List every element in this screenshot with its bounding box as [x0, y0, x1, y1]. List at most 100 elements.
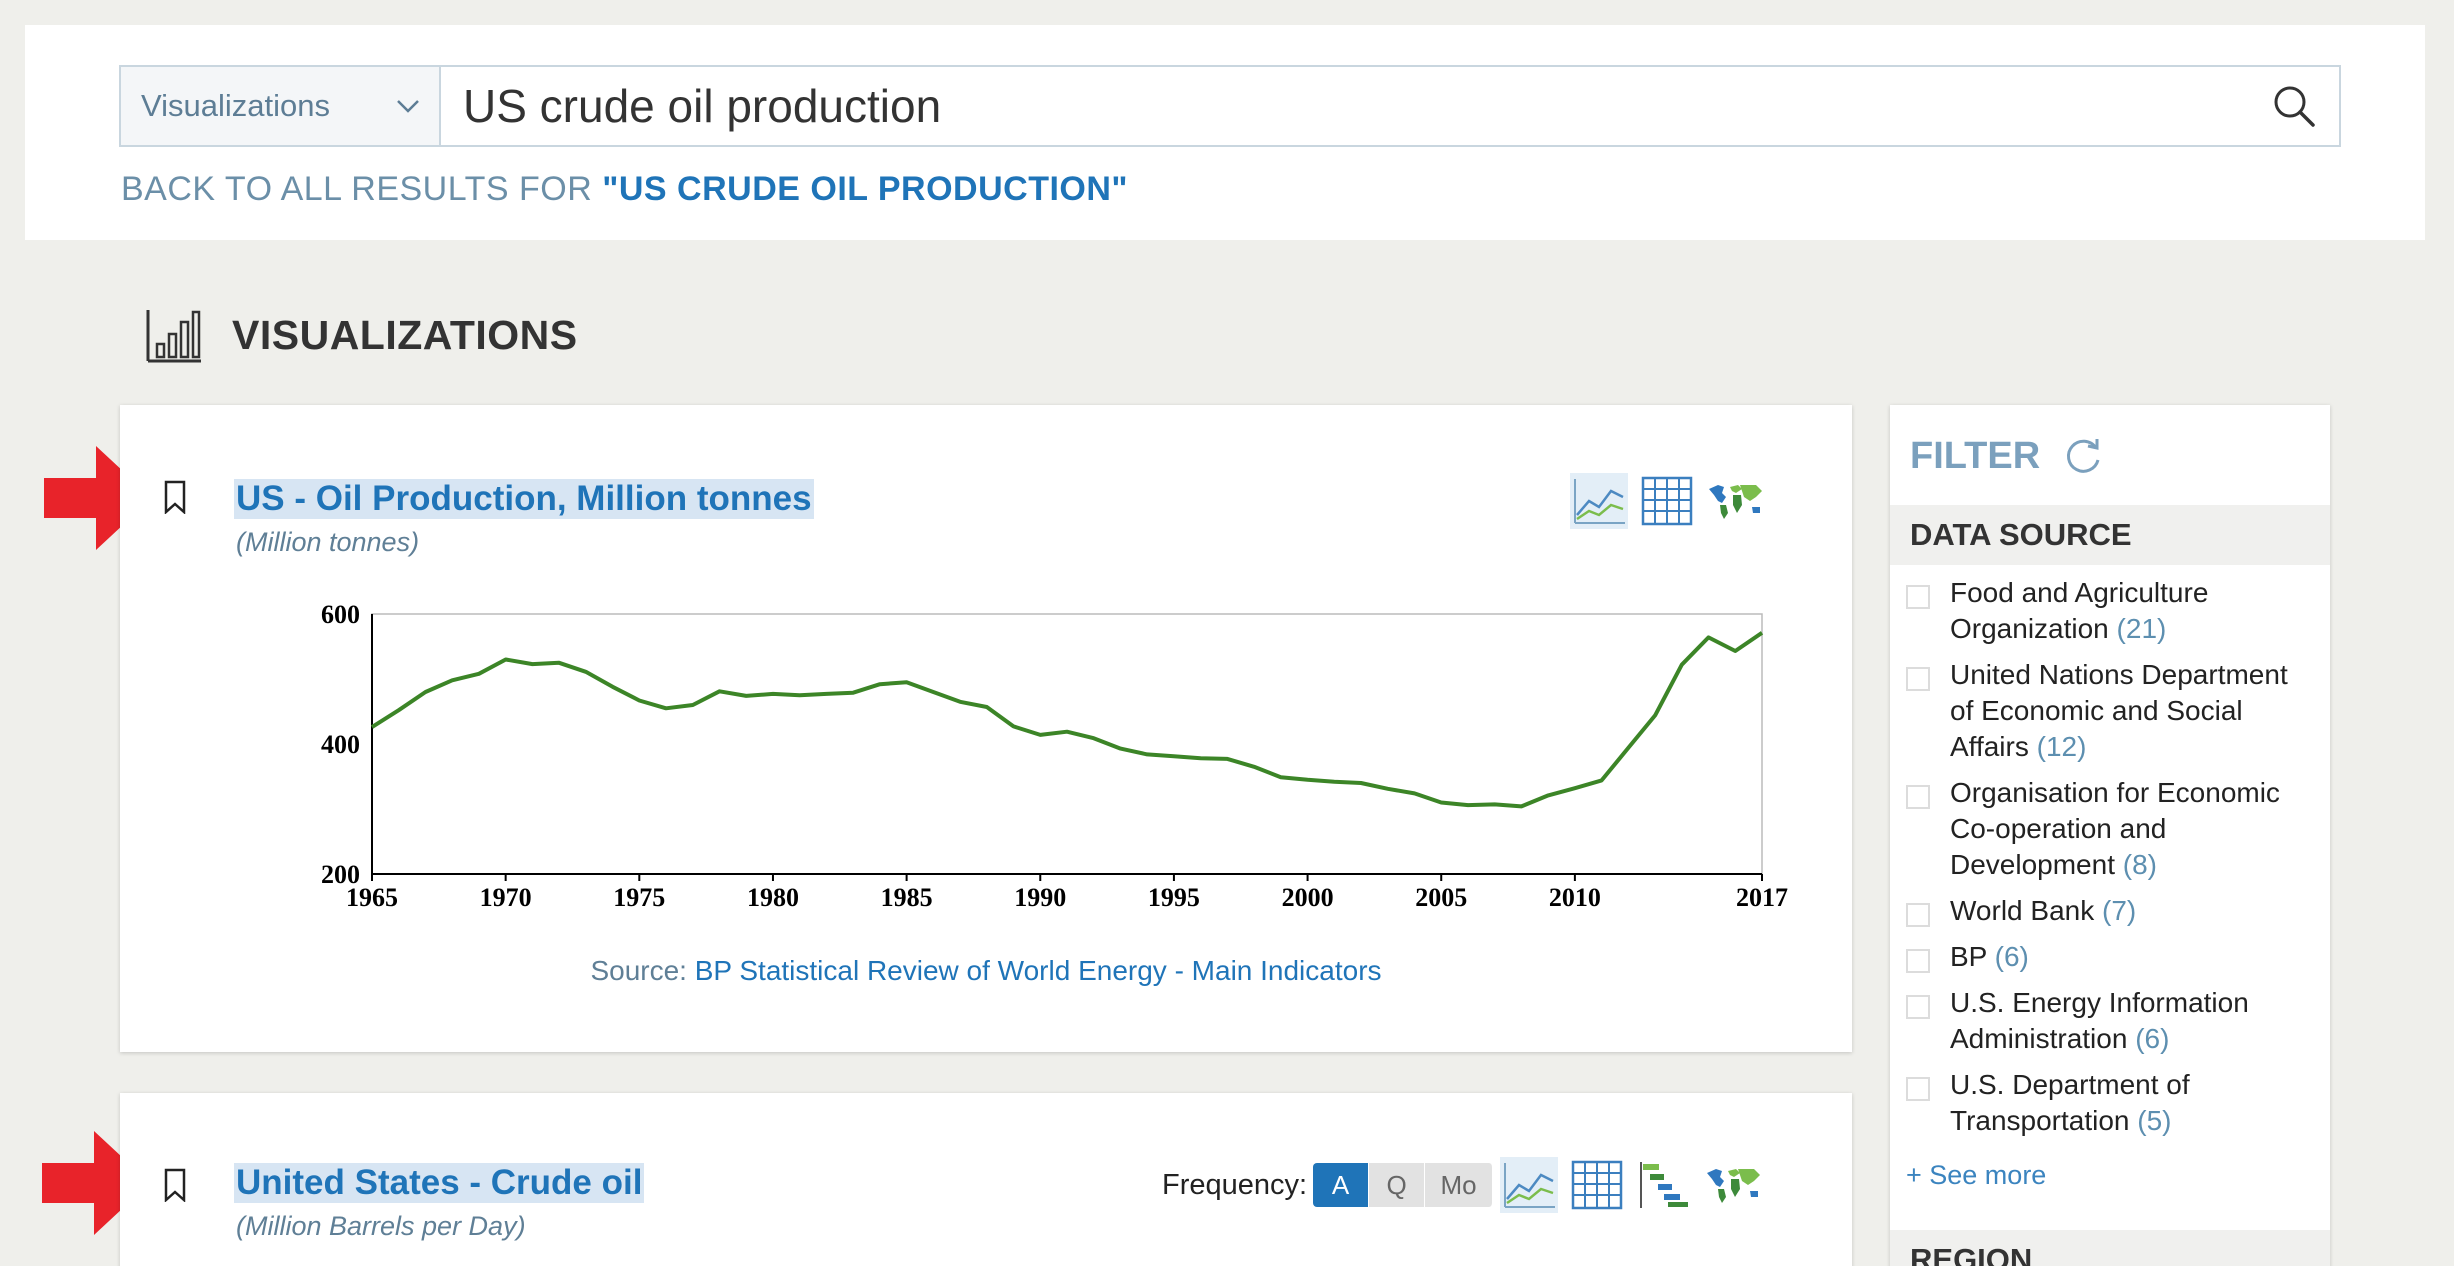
source-link[interactable]: BP Statistical Review of World Energy - …	[695, 955, 1382, 986]
card-subtitle: (Million Barrels per Day)	[236, 1211, 526, 1241]
filter-option-count: (21)	[2116, 613, 2167, 644]
see-more-link[interactable]: + See more	[1906, 1160, 2046, 1191]
filter-option[interactable]: United Nations Department of Economic an…	[1906, 657, 2316, 765]
visualization-card: US - Oil Production, Million tonnes (Mil…	[120, 405, 1852, 1052]
world-map-icon	[1709, 485, 1762, 519]
search-panel: Visualizations BACK TO ALL RESULTS FOR "…	[25, 25, 2425, 240]
filter-option-label: Food and Agriculture Organization (21)	[1950, 575, 2316, 647]
filter-option-name: U.S. Energy Information Administration	[1950, 987, 2249, 1054]
line-chart-view-button[interactable]	[1570, 473, 1628, 529]
filter-panel: FILTER DATA SOURCE Food and Agriculture …	[1890, 405, 2330, 1266]
x-tick-label: 1995	[1148, 883, 1200, 912]
frequency-annual-button[interactable]: A	[1313, 1163, 1370, 1207]
card-title-link[interactable]: US - Oil Production, Million tonnes	[234, 479, 814, 519]
filter-option[interactable]: World Bank (7)	[1906, 893, 2316, 929]
scope-dropdown[interactable]: Visualizations	[121, 67, 441, 145]
search-input[interactable]	[441, 67, 2249, 145]
filter-option[interactable]: BP (6)	[1906, 939, 2316, 975]
card-title-separator: -	[459, 1163, 491, 1202]
filter-header: FILTER	[1910, 435, 2104, 478]
table-view-button[interactable]	[1568, 1157, 1626, 1213]
search-button[interactable]	[2249, 67, 2339, 145]
timeline-view-button[interactable]	[1636, 1157, 1694, 1213]
data-source-list: Food and Agriculture Organization (21) Un…	[1906, 575, 2316, 1149]
x-tick-label: 1980	[747, 883, 799, 912]
filter-option[interactable]: U.S. Department of Transportation (5)	[1906, 1067, 2316, 1139]
world-map-icon	[1707, 1169, 1760, 1203]
table-icon	[1571, 1160, 1623, 1210]
filter-option-label: BP (6)	[1950, 939, 2029, 975]
region-heading: REGION	[1890, 1230, 2330, 1266]
filter-option-count: (6)	[2135, 1023, 2170, 1054]
card-title-indicator: Oil Production, Million tonnes	[315, 479, 812, 518]
section-title: VISUALIZATIONS	[232, 312, 578, 358]
view-switcher	[1570, 473, 1764, 529]
filter-checkbox[interactable]	[1906, 785, 1930, 809]
x-tick-label: 2017	[1736, 883, 1788, 912]
filter-option-count: (8)	[2122, 849, 2157, 880]
filter-checkbox[interactable]	[1906, 903, 1930, 927]
bookmark-icon[interactable]	[164, 1168, 186, 1202]
chevron-down-icon	[397, 100, 419, 113]
x-tick-label: 1965	[346, 883, 398, 912]
line-chart-icon	[1574, 479, 1625, 524]
x-tick-label: 2010	[1549, 883, 1601, 912]
series-line	[370, 631, 1764, 809]
table-view-button[interactable]	[1638, 473, 1696, 529]
back-link-query: "US CRUDE OIL PRODUCTION"	[602, 170, 1129, 208]
bar-chart-icon	[146, 310, 201, 363]
filter-checkbox[interactable]	[1906, 1077, 1930, 1101]
frequency-monthly-button[interactable]: Mo	[1425, 1163, 1494, 1207]
map-view-button[interactable]	[1704, 1157, 1762, 1213]
filter-option[interactable]: Food and Agriculture Organization (21)	[1906, 575, 2316, 647]
line-chart-icon	[1504, 1163, 1555, 1208]
filter-option-label: World Bank (7)	[1950, 893, 2136, 929]
refresh-icon[interactable]	[2062, 436, 2104, 478]
search-icon	[2274, 86, 2315, 127]
x-tick-label: 2000	[1282, 883, 1334, 912]
filter-checkbox[interactable]	[1906, 667, 1930, 691]
y-tick-label: 600	[321, 600, 360, 629]
filter-option-label: Organisation for Economic Co-operation a…	[1950, 775, 2316, 883]
filter-option-label: U.S. Department of Transportation (5)	[1950, 1067, 2316, 1139]
filter-checkbox[interactable]	[1906, 995, 1930, 1019]
filter-option-label: United Nations Department of Economic an…	[1950, 657, 2316, 765]
filter-option[interactable]: U.S. Energy Information Administration (…	[1906, 985, 2316, 1057]
chart-source: Source: BP Statistical Review of World E…	[120, 955, 1852, 987]
frequency-selector: Frequency: A Q Mo	[1162, 1163, 1494, 1207]
filter-checkbox[interactable]	[1906, 949, 1930, 973]
card-title-link[interactable]: United States - Crude oil	[234, 1163, 645, 1203]
filter-checkbox[interactable]	[1906, 585, 1930, 609]
plot-frame	[371, 613, 1763, 875]
y-tick-label: 400	[321, 730, 360, 759]
card-subtitle: (Million tonnes)	[236, 527, 420, 557]
filter-option[interactable]: Organisation for Economic Co-operation a…	[1906, 775, 2316, 883]
filter-title: FILTER	[1910, 435, 2041, 477]
line-chart-view-button[interactable]	[1500, 1157, 1558, 1213]
source-prefix: Source:	[590, 955, 695, 986]
search-bar: Visualizations	[119, 65, 2341, 147]
card-title-country: US	[236, 479, 285, 518]
scope-label: Visualizations	[141, 88, 330, 123]
x-tick-label: 1990	[1014, 883, 1066, 912]
frequency-quarterly-button[interactable]: Q	[1369, 1163, 1426, 1207]
map-view-button[interactable]	[1706, 473, 1764, 529]
x-tick-label: 1970	[480, 883, 532, 912]
filter-option-name: Organisation for Economic Co-operation a…	[1950, 777, 2280, 880]
filter-option-label: U.S. Energy Information Administration (…	[1950, 985, 2316, 1057]
bookmark-icon[interactable]	[164, 480, 186, 514]
line-chart: 2004006001965 1970 1975 1980 1985 1990 1995 200…	[321, 600, 1788, 912]
frequency-label: Frequency:	[1162, 1168, 1308, 1201]
filter-option-count: (12)	[2036, 731, 2087, 762]
filter-option-count: (6)	[1994, 941, 2029, 972]
x-tick-label: 2005	[1415, 883, 1467, 912]
x-tick-label: 1985	[881, 883, 933, 912]
filter-option-name: World Bank	[1950, 895, 2095, 926]
view-switcher	[1500, 1157, 1762, 1213]
filter-option-count: (5)	[2137, 1105, 2172, 1136]
card-title-indicator: Crude oil	[490, 1163, 643, 1202]
visualization-card: United States - Crude oil (Million Barre…	[120, 1093, 1852, 1266]
back-to-results-link[interactable]: BACK TO ALL RESULTS FOR "US CRUDE OIL PR…	[121, 170, 1128, 209]
filter-option-name: BP	[1950, 941, 1987, 972]
back-link-prefix: BACK TO ALL RESULTS FOR	[121, 170, 603, 208]
